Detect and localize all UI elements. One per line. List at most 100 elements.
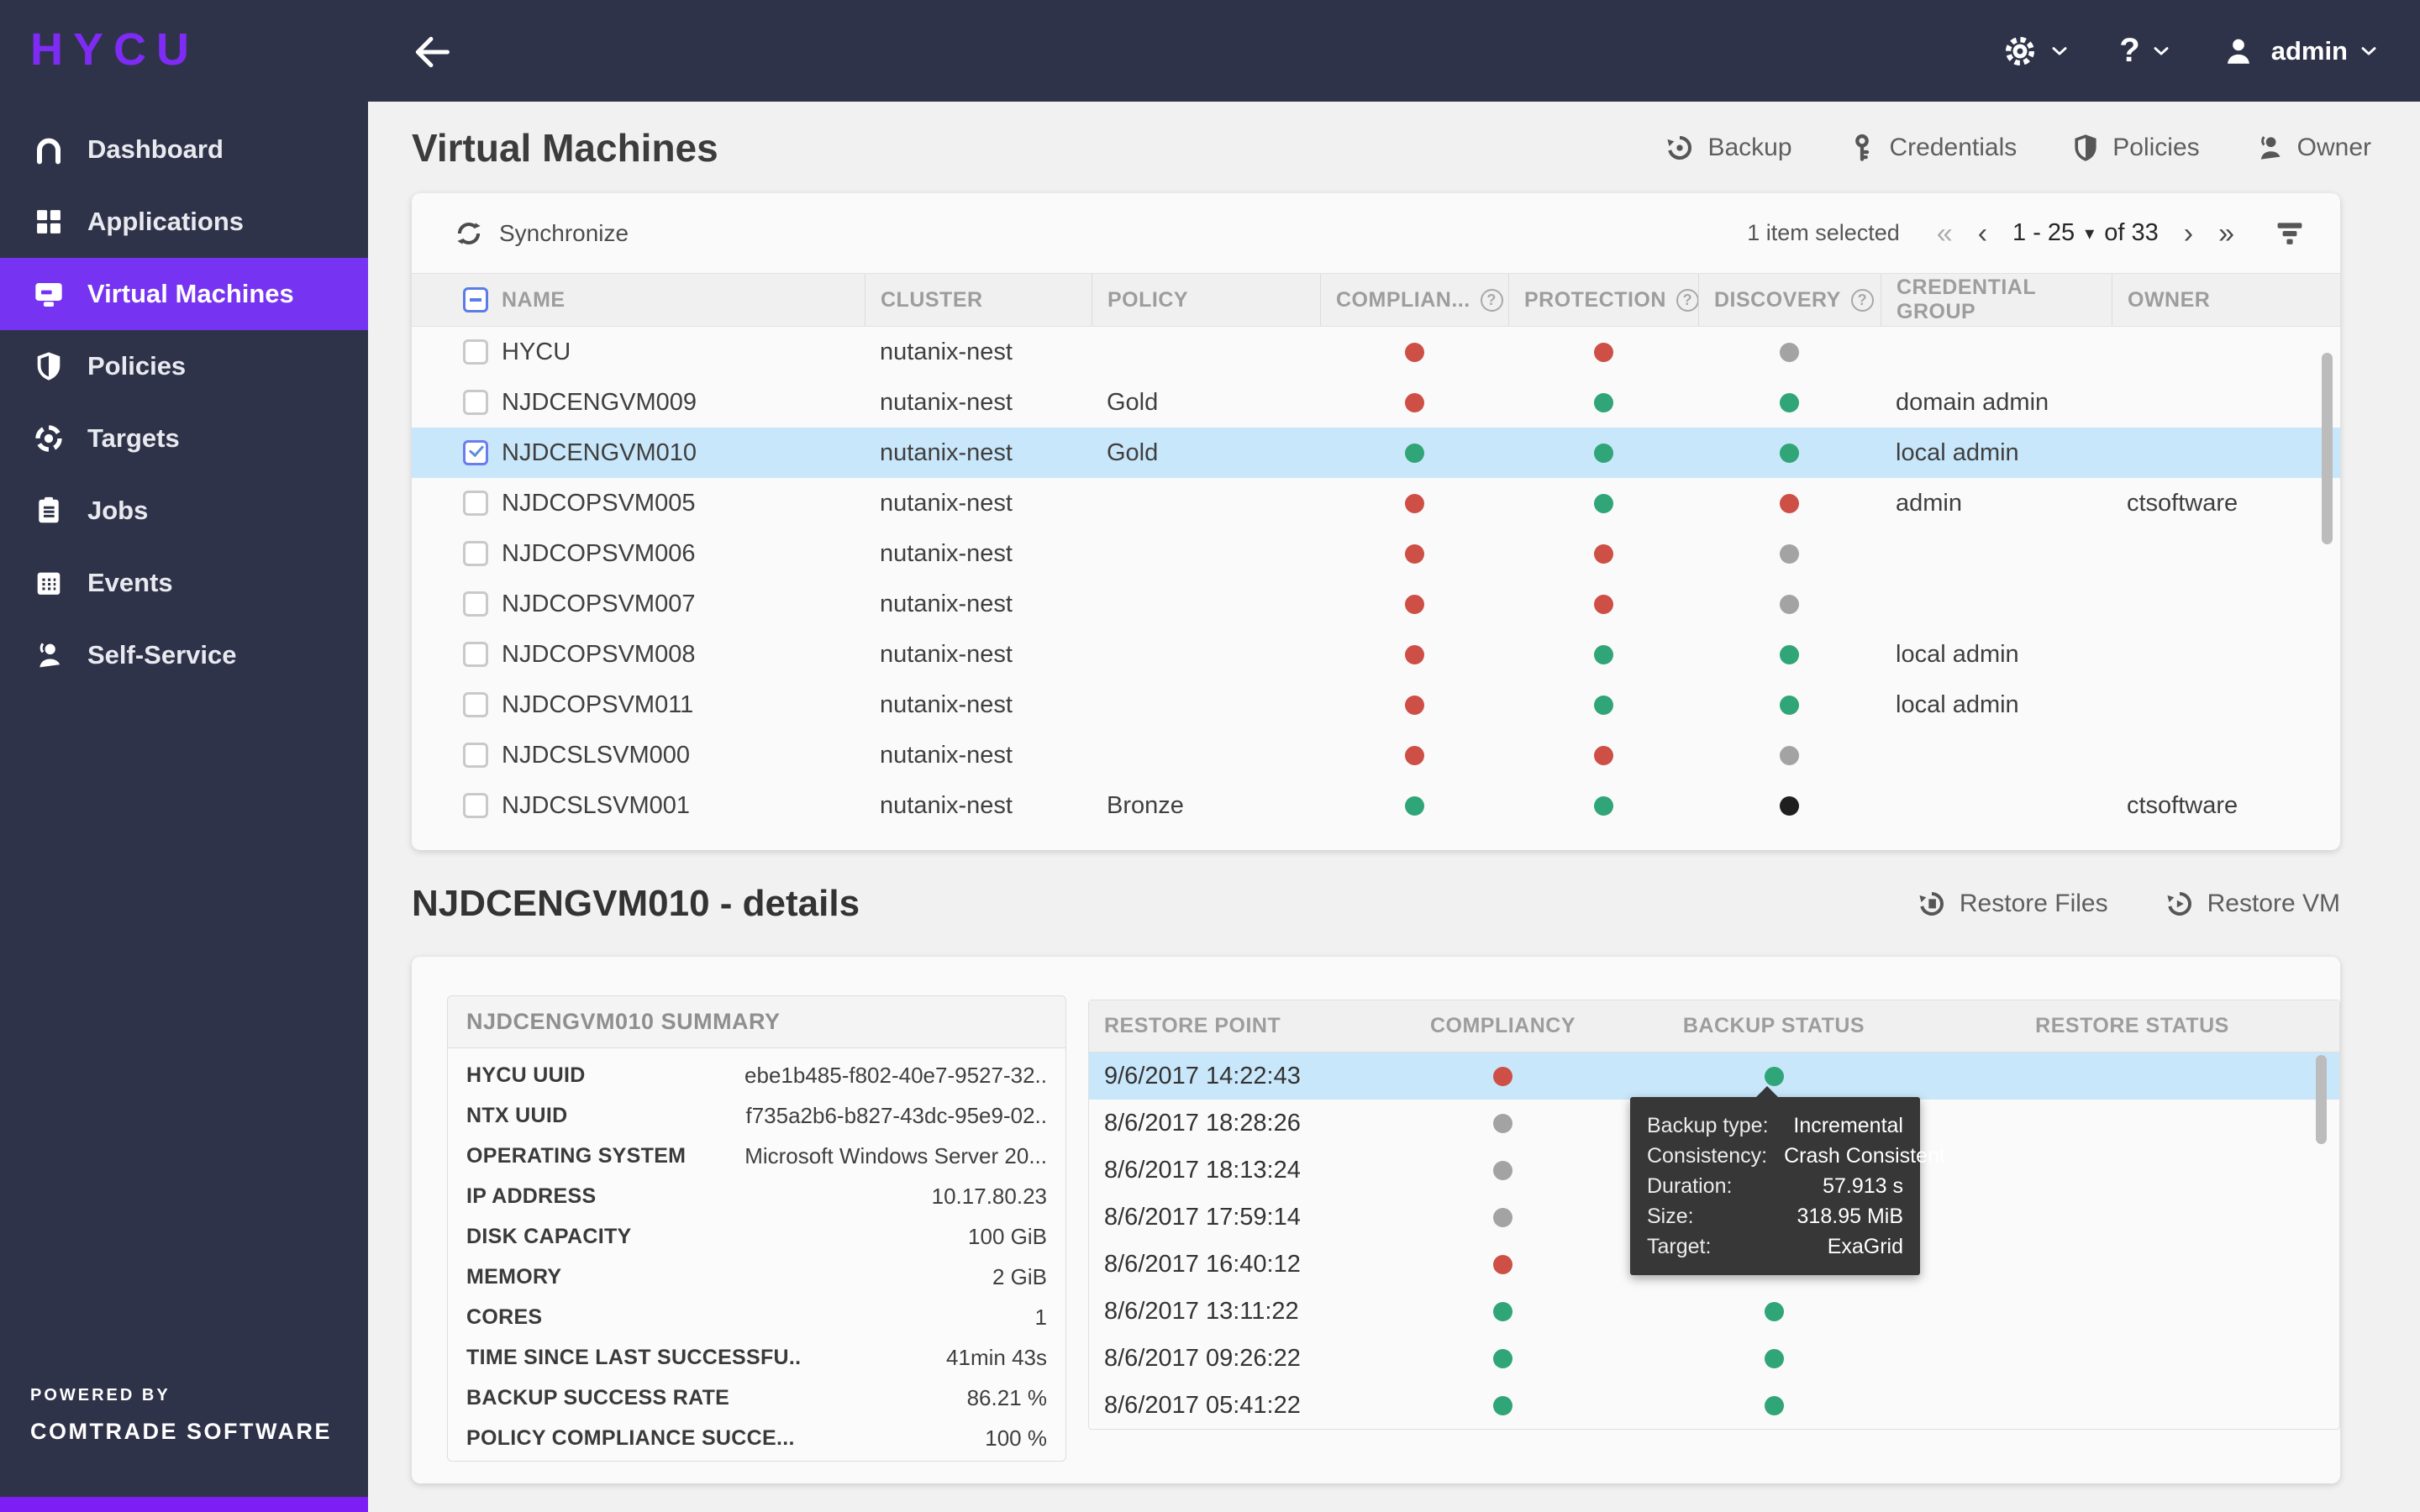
tooltip-label: Duration:: [1647, 1174, 1732, 1199]
pagination: « ‹ 1 - 25 ▾ of 33 › »: [1937, 219, 2234, 248]
synchronize-button[interactable]: Synchronize: [454, 218, 629, 249]
discovery-status-dot: [1780, 444, 1799, 463]
header-compliance[interactable]: COMPLIAN...?: [1320, 274, 1508, 326]
vm-details-card: NJDCENGVM010 SUMMARY HYCU UUIDebe1b485-f…: [412, 957, 2340, 1483]
back-arrow-icon[interactable]: [410, 30, 454, 74]
help-circle-icon[interactable]: ?: [1851, 289, 1874, 312]
restore-vm-button[interactable]: Restore VM: [2164, 888, 2340, 920]
summary-label: CORES: [466, 1305, 542, 1330]
vm-name: NJDCOPSVM008: [502, 641, 695, 669]
compliance-status-dot: [1405, 444, 1424, 463]
summary-label: OPERATING SYSTEM: [466, 1144, 686, 1168]
vm-summary-panel: NJDCENGVM010 SUMMARY HYCU UUIDebe1b485-f…: [447, 995, 1066, 1462]
table-row[interactable]: NJDCENGVM010 nutanix-nest Gold local adm…: [412, 428, 2340, 478]
table-row[interactable]: HYCU nutanix-nest: [412, 327, 2340, 377]
help-menu[interactable]: ?: [2119, 32, 2171, 70]
protection-status-dot: [1594, 444, 1613, 463]
table-row[interactable]: NJDCOPSVM008 nutanix-nest local admin: [412, 629, 2340, 680]
tooltip-value: 318.95 MiB: [1797, 1205, 1903, 1229]
row-checkbox[interactable]: [463, 793, 488, 818]
sidebar-item-label: Virtual Machines: [87, 279, 294, 309]
row-checkbox[interactable]: [463, 692, 488, 717]
sidebar-item-events[interactable]: Events: [0, 547, 368, 619]
row-checkbox[interactable]: [463, 390, 488, 415]
help-circle-icon[interactable]: ?: [1676, 289, 1699, 312]
header-compliancy[interactable]: COMPLIANCY: [1383, 1014, 1623, 1038]
summary-row: MEMORY2 GiB: [466, 1257, 1047, 1297]
header-protection[interactable]: PROTECTION?: [1508, 274, 1698, 326]
header-owner[interactable]: OWNER: [2112, 274, 2340, 326]
sidebar-item-policies[interactable]: Policies: [0, 330, 368, 402]
policies-button[interactable]: Policies: [2070, 132, 2199, 164]
sidebar-item-applications[interactable]: Applications: [0, 186, 368, 258]
summary-label: HYCU UUID: [466, 1063, 586, 1088]
restore-point-row[interactable]: 8/6/2017 09:26:22: [1089, 1335, 2339, 1382]
table-row[interactable]: NJDCOPSVM011 nutanix-nest local admin: [412, 680, 2340, 730]
first-page-button[interactable]: «: [1937, 219, 1953, 248]
table-row[interactable]: NJDCOPSVM006 nutanix-nest: [412, 528, 2340, 579]
table-row[interactable]: NJDCOPSVM007 nutanix-nest: [412, 579, 2340, 629]
column-label[interactable]: NAME: [502, 288, 566, 312]
restore-point-time: 8/6/2017 18:28:26: [1089, 1110, 1383, 1137]
row-checkbox[interactable]: [463, 440, 488, 465]
compliancy-status-dot: [1493, 1396, 1512, 1415]
tooltip-value: Crash Consistent: [1784, 1144, 1945, 1168]
restore-point-row[interactable]: 9/6/2017 14:22:43: [1089, 1053, 2339, 1100]
previous-page-button[interactable]: ‹: [1978, 219, 1987, 248]
sidebar-item-virtual-machines[interactable]: Virtual Machines: [0, 258, 368, 330]
backup-button[interactable]: Backup: [1664, 132, 1791, 164]
restore-table-scrollbar[interactable]: [2316, 1055, 2327, 1144]
header-restore-point[interactable]: RESTORE POINT: [1089, 1014, 1383, 1038]
filter-icon[interactable]: [2275, 218, 2305, 249]
protection-status-dot: [1594, 645, 1613, 664]
backup-icon: [1664, 132, 1696, 164]
summary-value: 2 GiB: [992, 1264, 1047, 1290]
details-header: NJDCENGVM010 - details Restore Files Res…: [368, 850, 2420, 957]
sidebar-item-self-service[interactable]: Self-Service: [0, 619, 368, 691]
table-row[interactable]: NJDCSLSVM001 nutanix-nest Bronze ctsoftw…: [412, 780, 2340, 831]
vm-cluster: nutanix-nest: [865, 792, 1092, 820]
row-checkbox[interactable]: [463, 541, 488, 566]
owner-button[interactable]: Owner: [2254, 132, 2371, 164]
row-checkbox[interactable]: [463, 339, 488, 365]
restore-files-button[interactable]: Restore Files: [1916, 888, 2108, 920]
restore-point-time: 8/6/2017 05:41:22: [1089, 1392, 1383, 1420]
select-all-checkbox[interactable]: [463, 287, 488, 312]
vm-table-scrollbar[interactable]: [2322, 353, 2333, 544]
help-circle-icon[interactable]: ?: [1481, 289, 1503, 312]
summary-label: NTX UUID: [466, 1104, 567, 1128]
header-policy[interactable]: POLICY: [1092, 274, 1320, 326]
sidebar-item-jobs[interactable]: Jobs: [0, 475, 368, 547]
user-menu[interactable]: admin: [2221, 34, 2380, 69]
row-checkbox[interactable]: [463, 491, 488, 516]
vm-name: NJDCSLSVM001: [502, 792, 690, 820]
summary-value: ebe1b485-f802-40e7-9527-32..: [744, 1063, 1047, 1089]
header-name: NAME: [412, 274, 865, 326]
restore-point-row[interactable]: 8/6/2017 05:41:22: [1089, 1382, 2339, 1429]
restore-point-row[interactable]: 8/6/2017 13:11:22: [1089, 1288, 2339, 1335]
next-page-button[interactable]: ›: [2184, 219, 2193, 248]
discovery-status-dot: [1780, 796, 1799, 816]
page-range-dropdown[interactable]: 1 - 25 ▾ of 33: [2012, 219, 2159, 247]
sidebar-item-targets[interactable]: Targets: [0, 402, 368, 475]
sidebar-item-dashboard[interactable]: Dashboard: [0, 113, 368, 186]
header-backup-status[interactable]: BACKUP STATUS: [1623, 1014, 1925, 1038]
table-row[interactable]: NJDCOPSVM005 nutanix-nest admin ctsoftwa…: [412, 478, 2340, 528]
header-credential-group[interactable]: CREDENTIAL GROUP: [1881, 274, 2112, 326]
last-page-button[interactable]: »: [2218, 219, 2234, 248]
settings-menu[interactable]: [2002, 33, 2070, 70]
sync-icon: [454, 218, 484, 249]
vm-name: NJDCSLSVM000: [502, 742, 690, 769]
row-checkbox[interactable]: [463, 591, 488, 617]
page-range: 1 - 25: [2012, 219, 2075, 247]
header-restore-status[interactable]: RESTORE STATUS: [1925, 1014, 2339, 1038]
credentials-button[interactable]: Credentials: [1846, 132, 2018, 164]
row-checkbox[interactable]: [463, 743, 488, 768]
row-checkbox[interactable]: [463, 642, 488, 667]
table-row[interactable]: NJDCENGVM009 nutanix-nest Gold domain ad…: [412, 377, 2340, 428]
header-cluster[interactable]: CLUSTER: [865, 274, 1092, 326]
table-row[interactable]: NJDCSLSVM000 nutanix-nest: [412, 730, 2340, 780]
header-discovery[interactable]: DISCOVERY?: [1698, 274, 1881, 326]
tooltip-value: 57.913 s: [1823, 1174, 1903, 1199]
details-title: NJDCENGVM010 - details: [412, 883, 860, 925]
